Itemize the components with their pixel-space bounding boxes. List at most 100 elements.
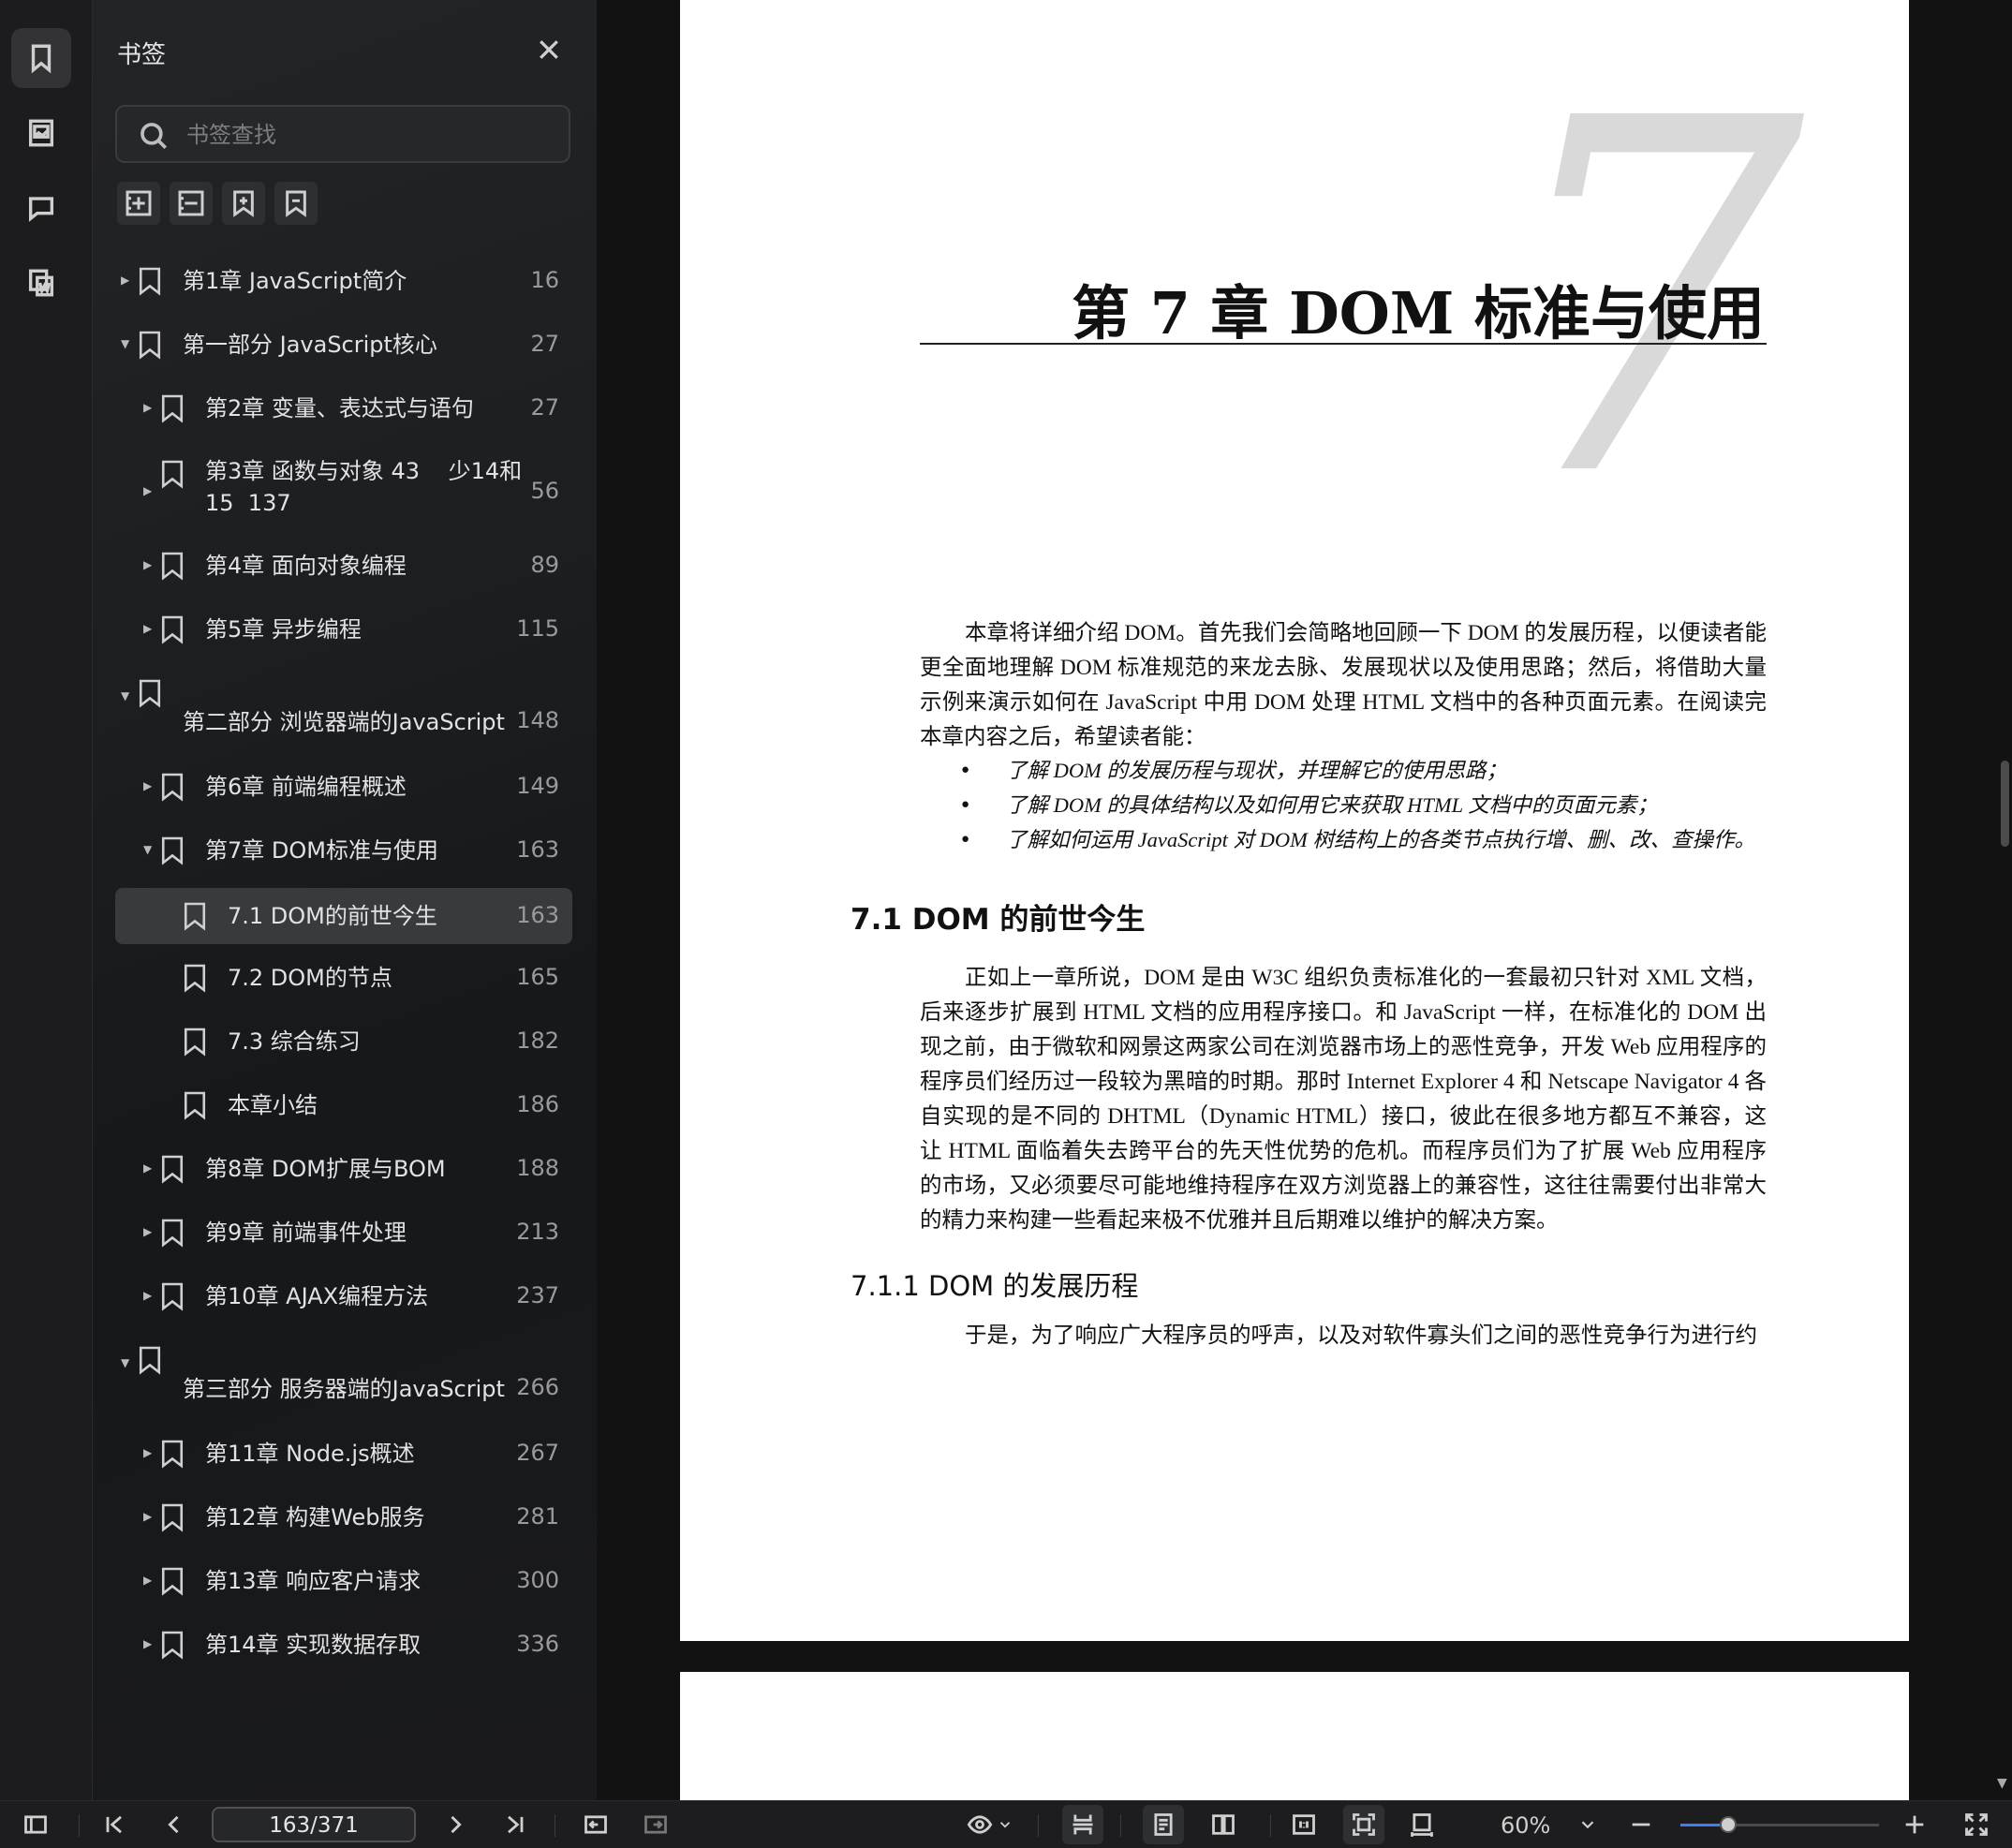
zoom-level[interactable]: 60%	[1501, 1812, 1550, 1839]
caret-right-icon[interactable]: ▶	[143, 558, 156, 571]
caret-right-icon[interactable]: ▶	[143, 1574, 156, 1587]
bookmark-page-number: 115	[516, 615, 559, 642]
zoom-in-icon[interactable]	[1900, 1811, 1930, 1839]
caret-down-icon[interactable]: ▼	[143, 843, 156, 856]
bookmark-item[interactable]: ▶ 第13章 响应客户请求 300	[115, 1555, 572, 1607]
bookmark-icon	[160, 1566, 185, 1596]
bookmark-item[interactable]: ▶ 第12章 构建Web服务 281	[115, 1491, 572, 1544]
bookmark-item[interactable]: ▶ 第4章 面向对象编程 89	[115, 540, 572, 592]
bookmark-icon	[138, 330, 162, 360]
comments-icon[interactable]	[11, 178, 71, 238]
bookmark-label: 第4章 面向对象编程	[205, 553, 407, 579]
chevron-down-icon[interactable]	[997, 1811, 1013, 1839]
two-page-icon[interactable]	[1208, 1811, 1238, 1839]
bookmark-item[interactable]: ▼ 第三部分 服务器端的JavaScript 266	[115, 1341, 572, 1435]
close-icon[interactable]	[535, 36, 567, 67]
bookmark-item[interactable]: ▶ 第1章 JavaScript简介 16	[115, 255, 572, 307]
caret-right-icon[interactable]: ▶	[143, 1161, 156, 1175]
bookmark-item[interactable]: 本章小结 186	[115, 1079, 572, 1131]
bookmark-item[interactable]: ▼ 第二部分 浏览器端的JavaScript 148	[115, 674, 572, 768]
zoom-slider[interactable]	[1680, 1816, 1879, 1833]
bookmark-search-input[interactable]	[185, 116, 563, 154]
caret-right-icon[interactable]: ▶	[143, 401, 156, 414]
bookmark-icon	[160, 459, 185, 489]
fit-width-icon[interactable]	[1407, 1811, 1437, 1839]
bookmark-item[interactable]: ▶ 第10章 AJAX编程方法 237	[115, 1270, 572, 1323]
bookmark-search[interactable]	[115, 105, 570, 163]
bookmark-item[interactable]: ▼ 第一部分 JavaScript核心 27	[115, 318, 572, 371]
vertical-scrollbar[interactable]	[2001, 761, 2009, 847]
bookmark-label: 第二部分 浏览器端的JavaScript	[183, 709, 505, 735]
zoom-out-icon[interactable]	[1626, 1811, 1656, 1839]
bookmarks-icon[interactable]	[11, 28, 71, 88]
fullscreen-icon[interactable]	[1961, 1811, 1991, 1839]
caret-right-icon[interactable]: ▶	[143, 779, 156, 792]
bookmark-item[interactable]: ▶ 第14章 实现数据存取 336	[115, 1619, 572, 1671]
chapter-rule	[920, 343, 1767, 345]
next-page-icon[interactable]	[440, 1811, 470, 1839]
remove-bookmark-icon[interactable]	[274, 182, 318, 225]
caret-down-icon[interactable]: ▼	[121, 1356, 134, 1369]
section-heading: 7.1 DOM 的前世今生	[851, 903, 1146, 937]
bookmark-item[interactable]: ▶ 第2章 变量、表达式与语句 27	[115, 382, 572, 435]
caret-right-icon[interactable]: ▶	[143, 622, 156, 635]
bookmark-icon	[160, 1218, 185, 1248]
zoom-dropdown-icon[interactable]	[1577, 1811, 1598, 1839]
bookmark-item[interactable]: ▶ 第8章 DOM扩展与BOM 188	[115, 1143, 572, 1195]
zoom-slider-handle[interactable]	[1719, 1816, 1737, 1833]
bookmark-item[interactable]: 7.1 DOM的前世今生 163	[115, 888, 572, 944]
first-page-icon[interactable]	[99, 1811, 129, 1839]
bookmark-label: 第9章 前端事件处理	[205, 1220, 407, 1246]
bookmark-page-number: 336	[516, 1631, 559, 1657]
bookmark-label: 第2章 变量、表达式与语句	[205, 395, 474, 421]
caret-right-icon[interactable]: ▶	[143, 1446, 156, 1459]
bookmark-item[interactable]: ▶ 第3章 函数与对象 43 少14和 15 137 56	[115, 446, 572, 538]
fit-page-icon[interactable]	[1343, 1805, 1384, 1844]
toggle-sidebar-icon[interactable]	[21, 1811, 51, 1839]
caret-right-icon[interactable]: ▶	[143, 1225, 156, 1238]
bookmark-label: 第一部分 JavaScript核心	[183, 332, 437, 358]
bookmark-label: 7.1 DOM的前世今生	[228, 903, 437, 929]
bookmark-item[interactable]: ▶ 第11章 Node.js概述 267	[115, 1427, 572, 1480]
bookmark-item[interactable]: 7.3 综合练习 182	[115, 1015, 572, 1068]
bookmark-item[interactable]: ▶ 第5章 异步编程 115	[115, 603, 572, 656]
actual-size-icon[interactable]	[1289, 1811, 1319, 1839]
bookmark-icon	[160, 1630, 185, 1660]
bookmark-label: 第1章 JavaScript简介	[183, 268, 407, 294]
caret-right-icon[interactable]: ▶	[143, 1637, 156, 1650]
bookmark-page-number: 267	[516, 1440, 559, 1466]
bookmark-item[interactable]: ▼ 第7章 DOM标准与使用 163	[115, 824, 572, 877]
caret-right-icon[interactable]: ▶	[121, 274, 134, 287]
caret-down-icon[interactable]: ▼	[121, 337, 134, 350]
bookmark-item[interactable]: 7.2 DOM的节点 165	[115, 952, 572, 1004]
continuous-scroll-icon[interactable]	[1062, 1805, 1103, 1844]
collapse-all-icon[interactable]	[170, 182, 213, 225]
bookmark-item[interactable]: ▶ 第6章 前端编程概述 149	[115, 761, 572, 813]
add-bookmark-icon[interactable]	[222, 182, 265, 225]
bookmark-label: 7.3 综合练习	[228, 1028, 361, 1055]
convert-word-icon[interactable]	[11, 253, 71, 313]
back-history-icon[interactable]	[581, 1811, 611, 1839]
next-page	[680, 1672, 1909, 1803]
intro-paragraph: 本章将详细介绍 DOM。首先我们会简略地回顾一下 DOM 的发展历程，以便读者能…	[920, 621, 1767, 749]
single-page-icon[interactable]	[1143, 1805, 1184, 1844]
bookmark-item[interactable]: ▶ 第9章 前端事件处理 213	[115, 1206, 572, 1259]
previous-page-icon[interactable]	[159, 1811, 189, 1839]
scroll-down-icon[interactable]: ▼	[1997, 1776, 2007, 1791]
thumbnails-icon[interactable]	[11, 103, 71, 163]
bookmark-page-number: 149	[516, 773, 559, 799]
page-number-input[interactable]: 163/371	[212, 1807, 416, 1842]
caret-right-icon[interactable]: ▶	[143, 1510, 156, 1523]
goal-item: 了解 DOM 的具体结构以及如何用它来获取 HTML 文档中的页面元素；	[961, 788, 1776, 822]
caret-right-icon[interactable]: ▶	[143, 484, 156, 497]
bookmark-icon	[160, 1502, 185, 1532]
last-page-icon[interactable]	[500, 1811, 530, 1839]
bookmark-icon	[138, 678, 162, 708]
caret-down-icon[interactable]: ▼	[121, 689, 134, 702]
document-page: 7 第 7 章 DOM 标准与使用 本章将详细介绍 DOM。首先我们会简略地回顾…	[680, 0, 1909, 1641]
caret-right-icon[interactable]: ▶	[143, 1289, 156, 1302]
bookmark-page-number: 188	[516, 1155, 559, 1181]
eye-icon[interactable]	[961, 1811, 999, 1839]
forward-history-icon[interactable]	[641, 1811, 671, 1839]
expand-all-icon[interactable]	[117, 182, 160, 225]
